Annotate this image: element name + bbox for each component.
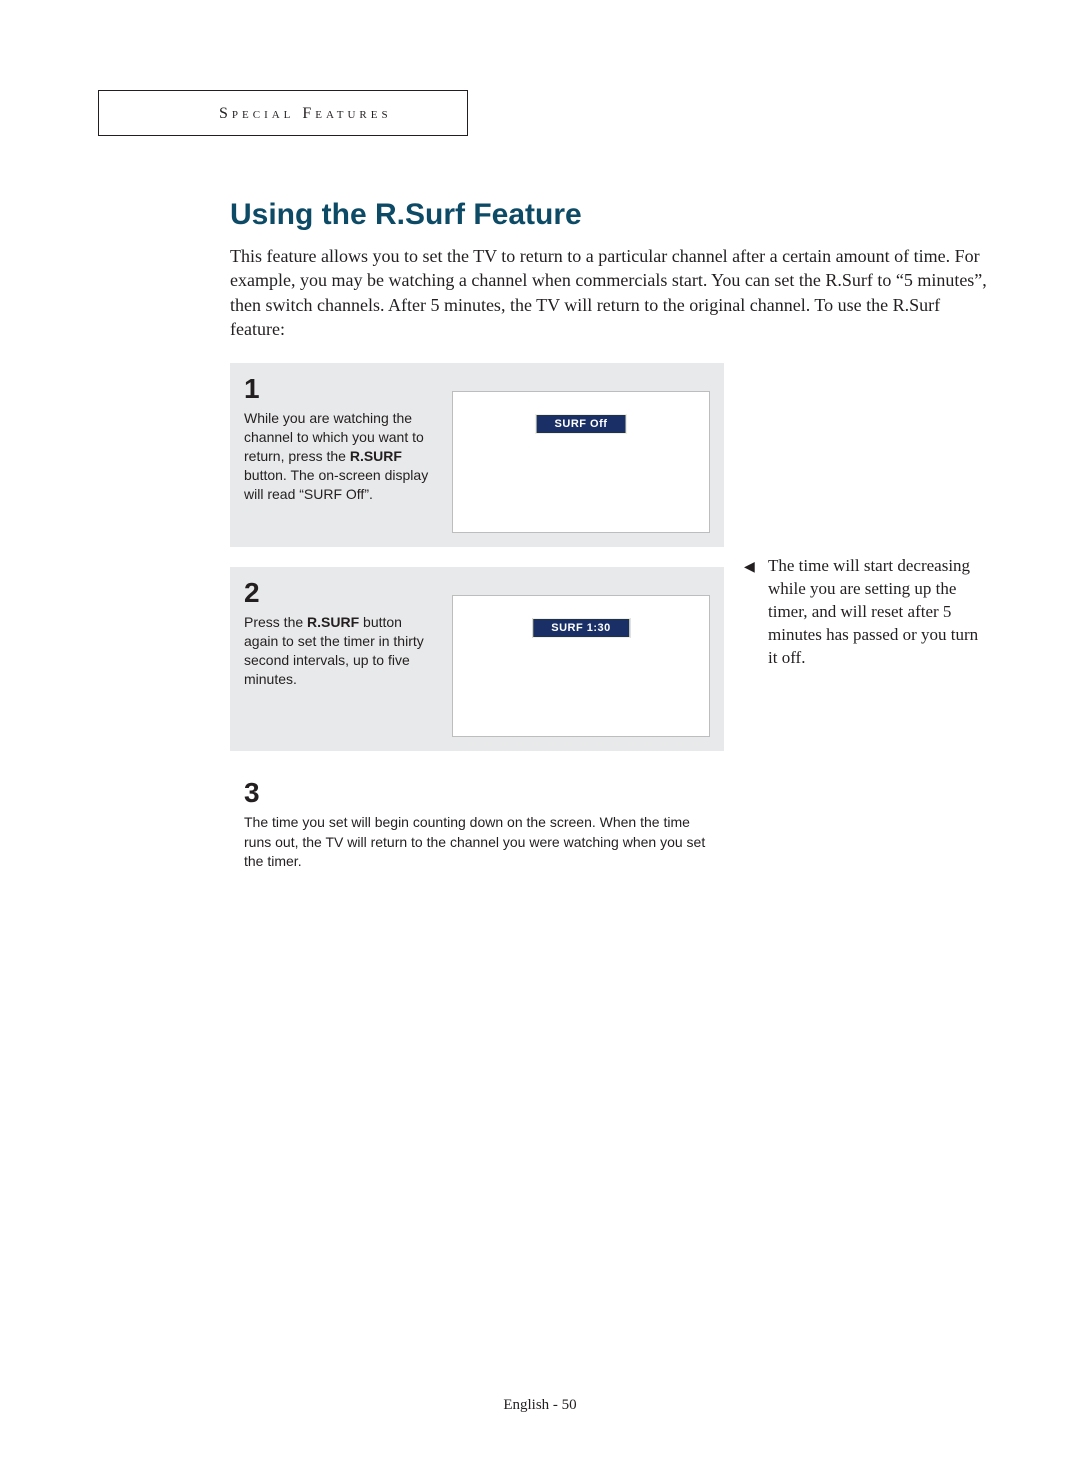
step-number: 2 (244, 579, 436, 607)
intro-paragraph: This feature allows you to set the TV to… (230, 244, 990, 341)
step-3: 3 The time you set will begin counting d… (230, 771, 724, 886)
tv-screen-preview: SURF Off (452, 391, 710, 533)
step-body: While you are watching the channel to wh… (244, 409, 436, 503)
side-note: The time will start decreasing while you… (744, 555, 990, 670)
osd-indicator: SURF Off (536, 414, 627, 434)
step-1: 1 While you are watching the channel to … (230, 363, 724, 547)
steps-container: 1 While you are watching the channel to … (230, 363, 990, 906)
step-text-bold: R.SURF (307, 614, 359, 630)
step-body: The time you set will begin counting dow… (244, 813, 710, 872)
step-2: 2 Press the R.SURF button again to set t… (230, 567, 724, 751)
step-text-post: button. The on-screen display will read … (244, 467, 428, 502)
step-number: 3 (244, 779, 710, 807)
page-footer: English - 50 (0, 1397, 1080, 1414)
step-text-bold: R.SURF (350, 448, 402, 464)
step-text-pre: Press the (244, 614, 307, 630)
page-title: Using the R.Surf Feature (230, 198, 990, 232)
tv-screen-preview: SURF 1:30 (452, 595, 710, 737)
step-number: 1 (244, 375, 436, 403)
osd-indicator: SURF 1:30 (532, 618, 630, 638)
section-label: Special Features (98, 90, 468, 136)
step-body: Press the R.SURF button again to set the… (244, 613, 436, 689)
